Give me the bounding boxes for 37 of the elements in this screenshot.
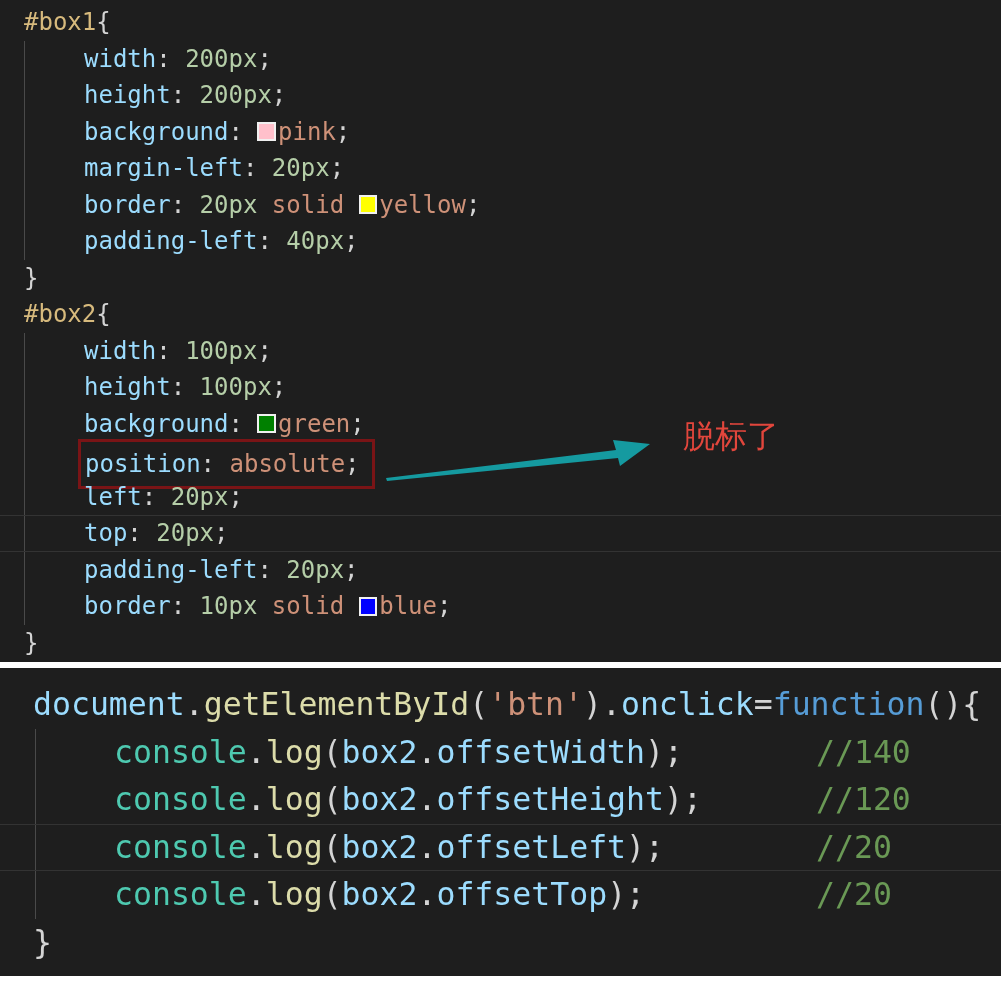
code-line: document.getElementById('btn').onclick=function(){ — [33, 686, 982, 723]
code-text: background: — [84, 117, 244, 146]
code-text: console.log(box2.offsetLeft); — [114, 828, 665, 865]
code-line: width: 100px; — [84, 336, 272, 365]
code-line: } — [33, 923, 52, 960]
code-text: background: — [84, 409, 244, 438]
color-swatch[interactable] — [358, 596, 378, 616]
code-comment: //120 — [816, 780, 911, 820]
code-line: #box1{ — [24, 8, 111, 37]
code-comment: //20 — [816, 875, 892, 915]
code-line: position: absolute; — [85, 450, 360, 479]
code-line: margin-left: 20px; — [84, 154, 345, 183]
code-line: top: 20px; — [84, 519, 229, 548]
code-line: } — [24, 263, 39, 292]
code-text: yellow; — [379, 190, 481, 219]
code-line: left: 20px; — [84, 482, 243, 511]
code-text: pink; — [278, 117, 351, 146]
color-swatch[interactable] — [257, 414, 277, 434]
callout-label: 脱标了 — [683, 416, 779, 457]
code-line: #box2{ — [24, 300, 111, 329]
color-swatch[interactable] — [257, 122, 277, 142]
code-line: padding-left: 20px; — [84, 555, 359, 584]
code-text: console.log(box2.offsetTop); — [114, 876, 646, 913]
code-line: width: 200px; — [84, 44, 272, 73]
code-text: border: 20px solid — [84, 190, 346, 219]
code-line: height: 100px; — [84, 373, 287, 402]
code-text: console.log(box2.offsetHeight); — [114, 781, 702, 818]
code-text: border: 10px solid — [84, 592, 346, 621]
code-comment: //20 — [816, 827, 892, 867]
code-text: green; — [278, 409, 365, 438]
code-text: console.log(box2.offsetWidth); — [114, 733, 683, 770]
code-line: } — [24, 628, 39, 657]
color-swatch[interactable] — [358, 195, 378, 215]
code-comment: //140 — [816, 732, 911, 772]
code-line: height: 200px; — [84, 81, 287, 110]
code-text: blue; — [379, 592, 452, 621]
code-line: padding-left: 40px; — [84, 227, 359, 256]
